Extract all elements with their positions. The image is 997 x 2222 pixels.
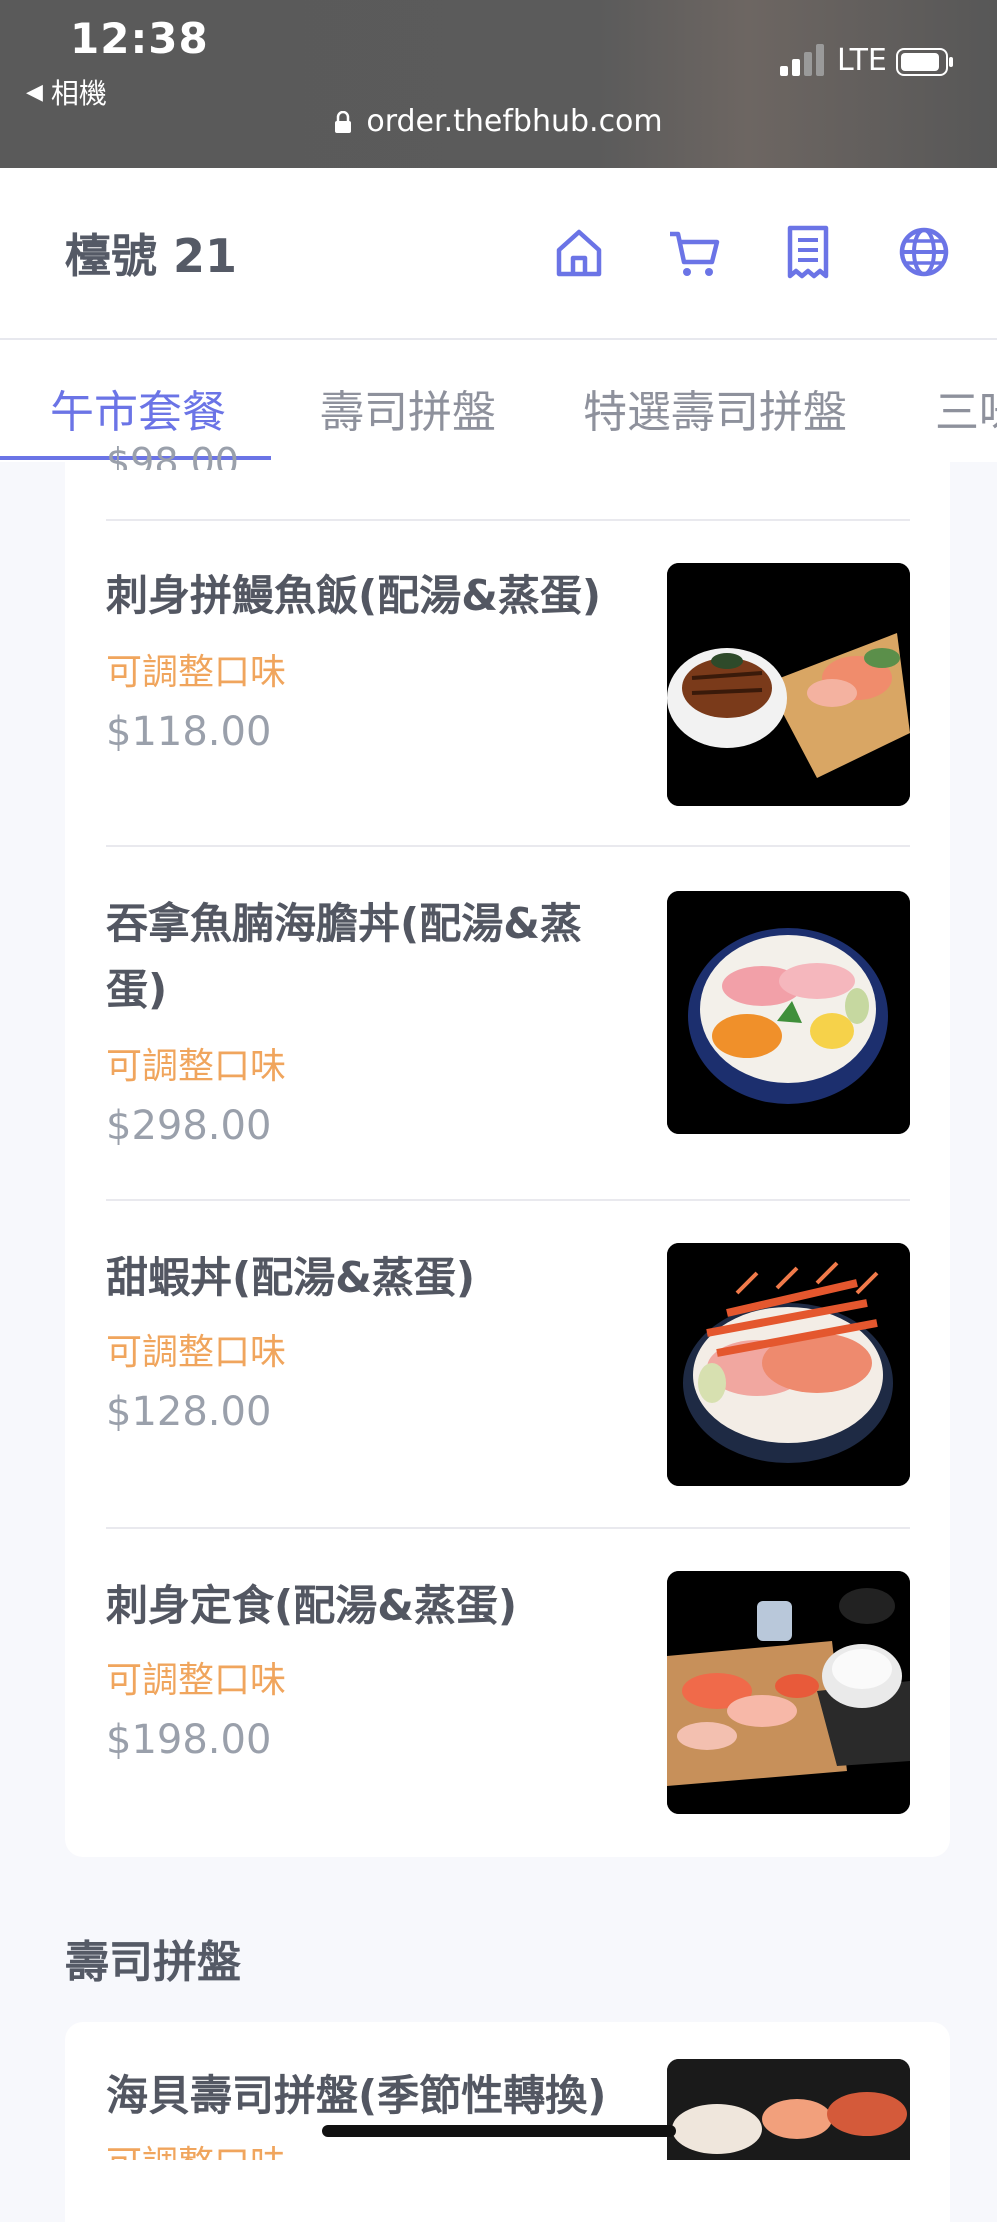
item-name: 刺身定食(配湯&蒸蛋) — [106, 1581, 518, 1630]
tab-third-category[interactable]: 三味 — [935, 376, 997, 440]
network-type: LTE — [837, 43, 887, 78]
item-name: 刺身拼鰻魚飯(配湯&蒸蛋) — [106, 571, 602, 620]
item-photo[interactable] — [667, 891, 910, 1134]
item-price: $98.00 — [106, 440, 239, 470]
tab-special-sushi-platter[interactable]: 特選壽司拼盤 — [583, 376, 847, 440]
item-name: 吞拿魚腩海膽丼(配湯&蒸蛋) — [106, 899, 582, 1014]
item-price: $298.00 — [106, 1103, 272, 1149]
customize-label: 可調整口味 — [106, 1332, 287, 1373]
item-price: $128.00 — [106, 1389, 272, 1435]
signal-icon — [780, 44, 824, 76]
url-text: order.thefbhub.com — [366, 104, 663, 139]
section-heading: 壽司拼盤 — [65, 1937, 241, 1988]
customize-label: 可調整口味 — [106, 1046, 287, 1087]
item-photo[interactable] — [667, 563, 910, 806]
item-photo[interactable] — [667, 1571, 910, 1814]
item-photo[interactable] — [667, 1243, 910, 1486]
divider — [106, 519, 910, 521]
back-arrow-icon: ◀ — [26, 79, 43, 105]
clock: 12:38 — [70, 14, 209, 63]
divider — [106, 1199, 910, 1201]
divider — [106, 1527, 910, 1529]
ios-status-bar: 12:38 ◀ 相機 LTE order.thefbhub.com — [0, 0, 997, 168]
customize-label: 可調整口味 — [106, 652, 287, 693]
receipt-icon[interactable] — [782, 224, 834, 280]
item-name: 甜蝦丼(配湯&蒸蛋) — [106, 1253, 476, 1302]
lock-icon — [335, 110, 352, 133]
item-name[interactable]: 海貝壽司拼盤(季節性轉換) — [106, 2063, 626, 2129]
globe-icon[interactable] — [898, 224, 950, 280]
item-price: $118.00 — [106, 709, 272, 755]
address-bar[interactable]: order.thefbhub.com — [0, 104, 997, 139]
item-photo[interactable] — [667, 2059, 910, 2160]
home-icon[interactable] — [553, 224, 605, 280]
tab-lunch-set[interactable]: 午市套餐 — [50, 376, 226, 440]
home-indicator[interactable] — [322, 2125, 676, 2137]
customize-label: 可調整口味 — [106, 1660, 287, 1701]
table-number-title: 檯號 21 — [65, 229, 238, 283]
cart-icon[interactable] — [668, 224, 720, 280]
customize-label: 可調整口味 — [106, 2135, 286, 2160]
app-header: 檯號 21 — [0, 168, 997, 340]
item-price: $198.00 — [106, 1717, 272, 1763]
battery-icon — [896, 48, 953, 76]
divider — [106, 845, 910, 847]
tab-sushi-platter[interactable]: 壽司拼盤 — [320, 376, 496, 440]
